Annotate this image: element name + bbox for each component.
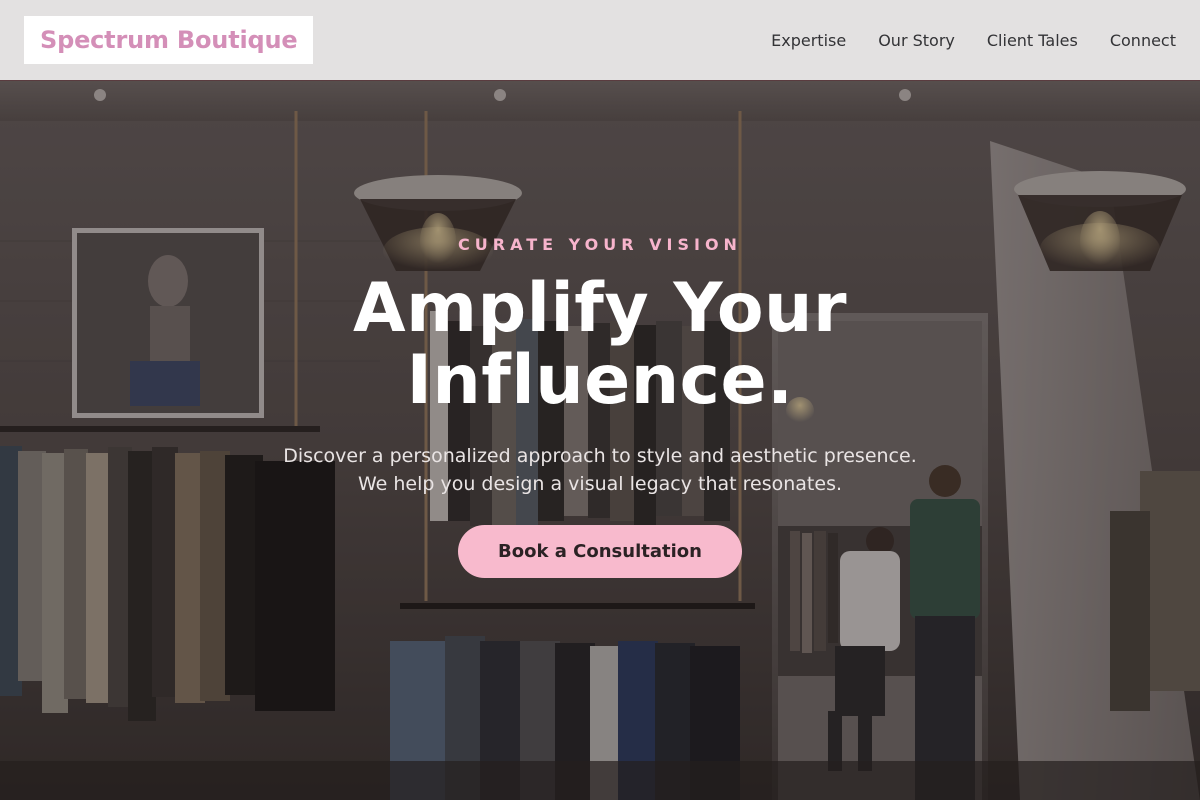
hero-subtext-line-2: We help you design a visual legacy that … — [357, 473, 843, 495]
nav-link-client-tales[interactable]: Client Tales — [987, 31, 1078, 50]
brand-name[interactable]: Spectrum Boutique — [40, 26, 298, 54]
main-nav: Expertise Our Story Client Tales Connect — [771, 31, 1176, 50]
nav-link-our-story[interactable]: Our Story — [878, 31, 955, 50]
book-consultation-button[interactable]: Book a Consultation — [458, 525, 742, 578]
nav-link-expertise[interactable]: Expertise — [771, 31, 846, 50]
nav-link-connect[interactable]: Connect — [1110, 31, 1176, 50]
hero-subtext: Discover a personalized approach to styl… — [200, 442, 1000, 498]
hero-section: CURATE YOUR VISION Amplify Your Influenc… — [0, 81, 1200, 800]
site-header: Spectrum Boutique Expertise Our Story Cl… — [0, 0, 1200, 81]
hero-subtext-line-1: Discover a personalized approach to styl… — [283, 445, 917, 467]
hero-headline: Amplify Your Influence. — [352, 269, 848, 420]
hero-eyebrow: CURATE YOUR VISION — [458, 235, 742, 254]
logo[interactable]: Spectrum Boutique — [24, 16, 314, 64]
